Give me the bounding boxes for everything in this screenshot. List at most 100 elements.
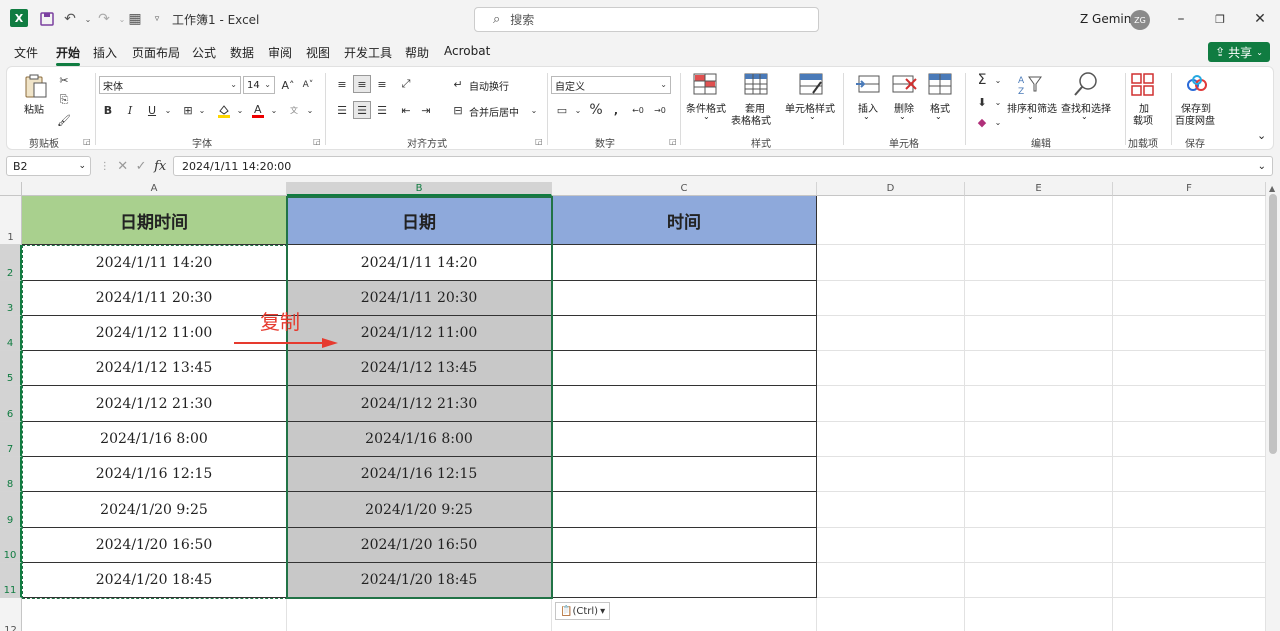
cell-b1[interactable]: 日期 [287,196,552,245]
undo-icon[interactable]: ↶ [60,9,80,29]
column-header-a[interactable]: A [22,182,287,196]
cell-f9[interactable] [1113,492,1266,528]
cell-f10[interactable] [1113,528,1266,563]
select-all-corner[interactable] [0,182,22,196]
chevron-down-icon[interactable]: ⌄ [703,112,710,121]
scroll-thumb[interactable] [1269,194,1277,454]
bold-button[interactable]: B [99,101,117,119]
chevron-down-icon[interactable]: ⌄ [989,71,1007,89]
increase-indent-icon[interactable]: ⇥ [417,101,435,119]
chevron-down-icon[interactable]: ⌄ [935,112,942,121]
number-format-select[interactable]: 自定义 ⌄ [551,76,671,94]
cell-a1[interactable]: 日期时间 [22,196,287,245]
cell-d8[interactable] [817,457,965,492]
cell-b11[interactable]: 2024/1/20 18:45 [287,563,552,598]
cell-a9[interactable]: 2024/1/20 9:25 [22,492,287,528]
insert-function-button[interactable]: fx [154,159,166,174]
cell-d10[interactable] [817,528,965,563]
delete-cells-icon[interactable] [891,73,917,97]
customize-toolbar-icon[interactable]: ▿ [147,9,167,29]
baidu-cloud-icon[interactable] [1185,73,1211,97]
cell-a11[interactable]: 2024/1/20 18:45 [22,563,287,598]
align-middle-icon[interactable]: ≡ [353,75,371,93]
shrink-font-icon[interactable]: A˅ [299,76,317,94]
row-header-6[interactable]: 6 [0,386,22,422]
cell-c3[interactable] [552,281,817,316]
avatar[interactable]: ZG [1130,10,1150,30]
search-input[interactable]: ⌕ 搜索 [474,7,819,32]
cell-f7[interactable] [1113,422,1266,457]
format-as-table-icon[interactable] [744,73,770,97]
tab-file[interactable]: 文件 [14,44,38,61]
chevron-down-icon[interactable]: ⌄ [159,101,177,119]
format-cells-icon[interactable] [928,73,954,97]
cell-e6[interactable] [965,386,1113,422]
italic-button[interactable]: I [121,101,139,119]
cell-e10[interactable] [965,528,1113,563]
cell-e12[interactable] [965,598,1113,631]
paste-icon[interactable] [23,73,49,98]
user-name[interactable]: Z Gemini [1080,9,1135,29]
cell-b5[interactable]: 2024/1/12 13:45 [287,351,552,386]
cell-a8[interactable]: 2024/1/16 12:15 [22,457,287,492]
row-header-3[interactable]: 3 [0,281,22,316]
cell-e11[interactable] [965,563,1113,598]
tab-acrobat[interactable]: Acrobat [444,44,490,58]
restore-icon[interactable]: ❐ [1205,8,1235,30]
row-header-12[interactable]: 12 [0,598,22,631]
align-center-icon[interactable]: ☰ [353,101,371,119]
cell-d4[interactable] [817,316,965,351]
addins-icon[interactable] [1131,73,1157,97]
cell-b3[interactable]: 2024/1/11 20:30 [287,281,552,316]
cell-d9[interactable] [817,492,965,528]
cell-e5[interactable] [965,351,1113,386]
cell-c8[interactable] [552,457,817,492]
cell-e8[interactable] [965,457,1113,492]
comma-style-icon[interactable]: , [607,101,625,119]
chevron-down-icon[interactable]: ⌄ [863,112,870,121]
cell-f5[interactable] [1113,351,1266,386]
redo-icon[interactable]: ↷ [94,9,114,29]
save-icon[interactable] [37,9,57,29]
paste-options-button[interactable]: 📋 (Ctrl) ▾ [555,602,611,620]
tab-data[interactable]: 数据 [230,44,254,61]
wrap-text-button[interactable]: 自动换行 [469,78,509,93]
expand-formula-icon[interactable]: ⌄ [1258,161,1266,172]
close-icon[interactable]: ✕ [1245,8,1275,30]
align-right-icon[interactable]: ☰ [373,101,391,119]
cell-b2[interactable]: 2024/1/11 14:20 [287,245,552,281]
share-button[interactable]: ⇪ 共享 ⌄ [1208,42,1270,62]
cell-f4[interactable] [1113,316,1266,351]
tab-insert[interactable]: 插入 [93,44,117,61]
tab-view[interactable]: 视图 [306,44,330,61]
cell-e9[interactable] [965,492,1113,528]
number-launcher-icon[interactable]: ◲ [669,137,677,146]
chevron-down-icon[interactable]: ⌄ [301,101,319,119]
cell-c2[interactable] [552,245,817,281]
cell-d5[interactable] [817,351,965,386]
row-header-5[interactable]: 5 [0,351,22,386]
insert-cells-icon[interactable] [855,73,881,97]
tab-page-layout[interactable]: 页面布局 [132,44,180,61]
align-bottom-icon[interactable]: ≡ [373,75,391,93]
decrease-indent-icon[interactable]: ⇤ [397,101,415,119]
chevron-down-icon[interactable]: ⌄ [809,112,816,121]
cell-a3[interactable]: 2024/1/11 20:30 [22,281,287,316]
cell-a6[interactable]: 2024/1/12 21:30 [22,386,287,422]
tab-developer[interactable]: 开发工具 [344,44,392,61]
chevron-down-icon[interactable]: ⌄ [231,101,249,119]
cell-f6[interactable] [1113,386,1266,422]
wrap-text-icon[interactable]: ↵ [449,75,467,93]
chevron-down-icon[interactable]: ⌄ [265,101,283,119]
cell-d11[interactable] [817,563,965,598]
cell-c11[interactable] [552,563,817,598]
sort-filter-icon[interactable]: AZ [1017,73,1043,97]
merge-center-button[interactable]: 合并后居中 [469,104,519,119]
cell-a7[interactable]: 2024/1/16 8:00 [22,422,287,457]
cell-b8[interactable]: 2024/1/16 12:15 [287,457,552,492]
cell-f11[interactable] [1113,563,1266,598]
row-header-2[interactable]: 2 [0,245,22,281]
find-select-icon[interactable] [1073,71,1099,96]
format-painter-icon[interactable]: 🖌 [55,111,73,129]
chevron-down-icon[interactable]: ⌄ [899,112,906,121]
